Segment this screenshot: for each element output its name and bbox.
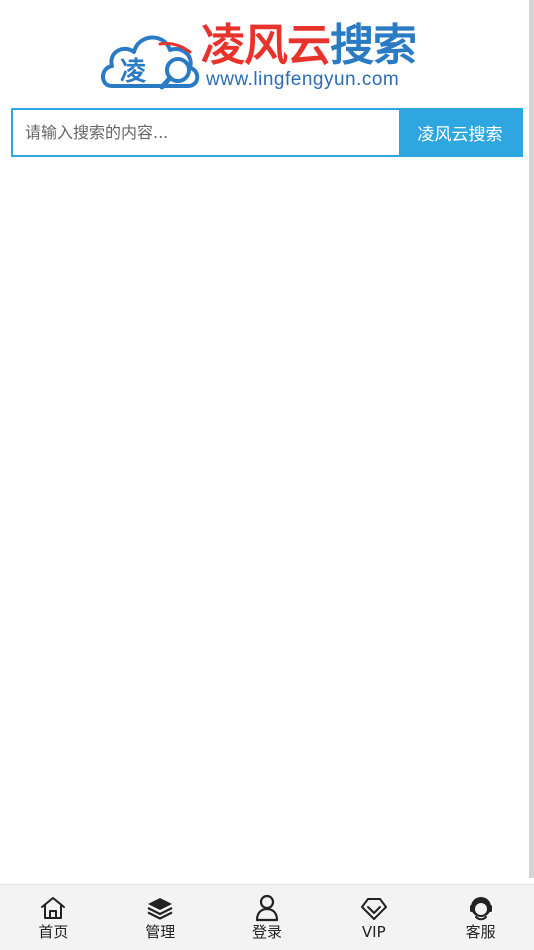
scrollbar[interactable] [529,0,534,878]
site-logo[interactable]: 凌 凌风云搜索 www.lingfengyun.com [98,20,438,94]
layers-icon [145,894,175,922]
user-icon [252,894,282,922]
logo-title: 凌风云搜索 [201,20,417,72]
search-bar: 凌风云搜索 [11,108,523,157]
logo-title-red: 凌风云 [201,20,331,71]
nav-label-vip: VIP [361,923,386,941]
bottom-nav: 首页 管理 登录 VIP 客服 [0,884,534,950]
search-button[interactable]: 凌风云搜索 [399,110,521,155]
logo-url: www.lingfengyun.com [206,69,400,90]
logo-badge-char: 凌 [120,57,147,87]
logo-title-blue: 搜索 [330,20,417,71]
nav-label-login: 登录 [251,923,282,941]
nav-label-home: 首页 [38,923,69,941]
search-input[interactable] [13,110,399,155]
nav-item-vip[interactable]: VIP [320,885,427,950]
nav-label-manage: 管理 [145,923,176,941]
nav-item-login[interactable]: 登录 [214,885,321,950]
home-icon [38,894,68,922]
diamond-icon [359,894,389,922]
headset-icon [466,894,496,922]
nav-item-home[interactable]: 首页 [0,885,107,950]
nav-item-manage[interactable]: 管理 [107,885,214,950]
nav-item-service[interactable]: 客服 [427,885,534,950]
cloud-magnifier-icon: 凌 [101,35,200,90]
nav-label-service: 客服 [465,923,496,941]
page: 凌 凌风云搜索 www.lingfengyun.com 凌风云搜索 首页 [0,0,534,950]
